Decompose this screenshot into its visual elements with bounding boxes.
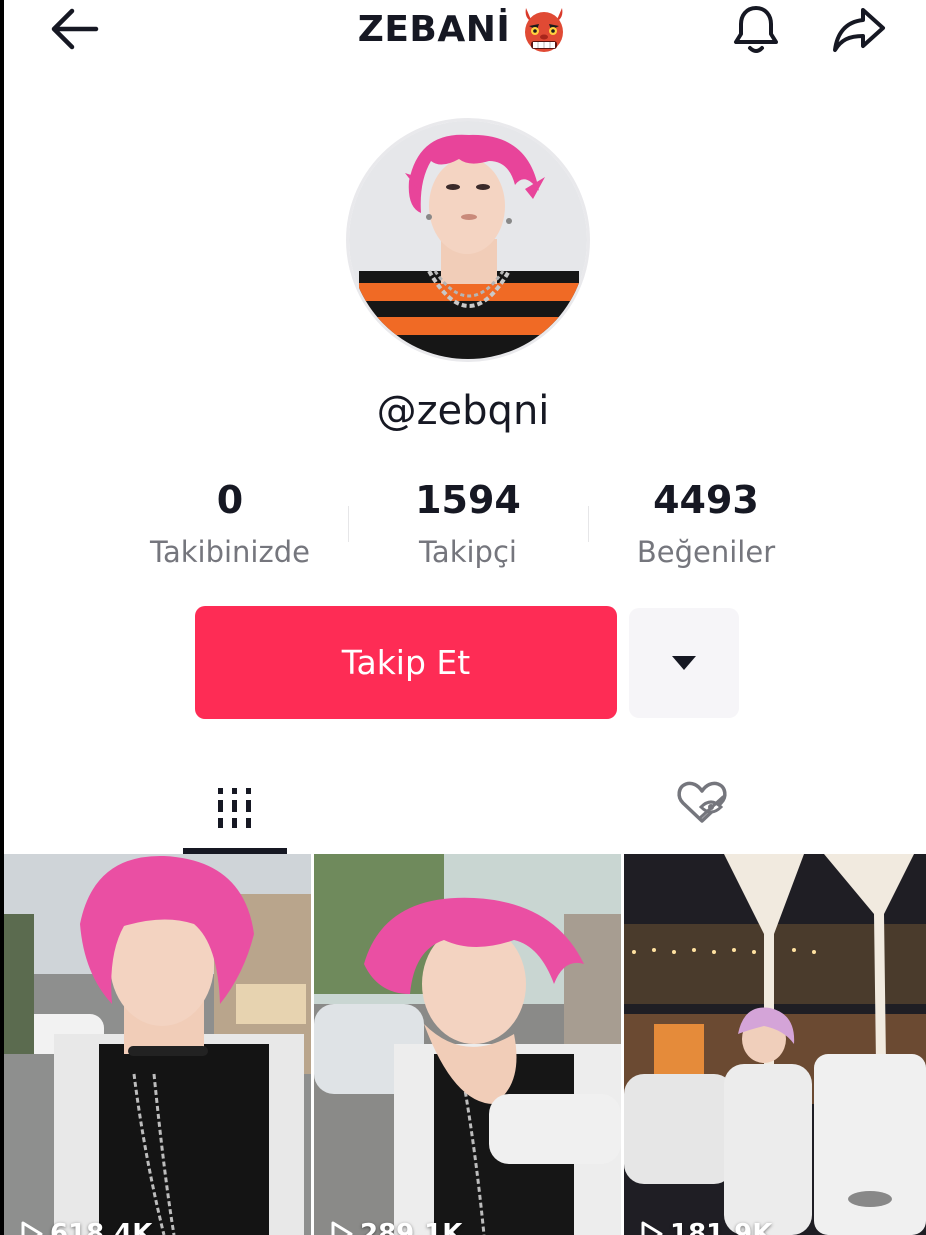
video-grid-icon [218,788,251,828]
share-arrow-icon [833,8,885,52]
video-grid: 618.4K 289.1K 181.9K [4,854,926,1235]
caret-down-icon [672,656,696,670]
play-icon [331,1221,353,1235]
bell-icon [734,6,778,53]
stat-divider [348,506,349,542]
followers-label: Takipçi [419,535,517,569]
stat-following[interactable]: 0 Takibinizde [120,476,340,572]
stat-likes[interactable]: 4493 Beğeniler [596,476,816,572]
ogre-face-icon [525,8,564,52]
view-count-label: 618.4K [50,1219,153,1235]
follow-button[interactable]: Takip Et [195,606,617,719]
page-title: ZEBANİ [357,8,511,50]
likes-count: 4493 [653,478,759,522]
video-thumbnail-image [314,854,621,1235]
play-icon [21,1221,43,1235]
view-count-label: 289.1K [360,1219,463,1235]
following-label: Takibinizde [150,535,310,569]
video-thumbnail-image [624,854,926,1235]
likes-label: Beğeniler [636,535,776,569]
view-count-label: 181.9K [670,1219,773,1235]
view-count: 289.1K [330,1219,462,1235]
more-options-button[interactable] [629,608,739,718]
liked-hidden-icon [677,781,727,823]
view-count: 181.9K [640,1219,772,1235]
avatar[interactable] [346,118,590,362]
tab-videos[interactable] [183,760,287,856]
video-thumbnail[interactable]: 618.4K [4,854,311,1235]
video-thumbnail[interactable]: 289.1K [314,854,621,1235]
username: @zebqni [376,388,550,434]
follow-button-label: Takip Et [341,643,471,682]
tab-liked[interactable] [660,760,744,846]
video-thumbnail-image [4,854,311,1235]
stat-divider [588,506,589,542]
notifications-button[interactable] [724,0,788,60]
share-button[interactable] [826,0,892,60]
video-thumbnail[interactable]: 181.9K [624,854,926,1235]
following-count: 0 [216,478,244,522]
profile-photo [349,121,587,359]
followers-count: 1594 [415,478,521,522]
play-icon [641,1221,663,1235]
top-bar: ZEBANİ [0,0,926,70]
view-count: 618.4K [20,1219,152,1235]
stat-followers[interactable]: 1594 Takipçi [358,476,578,572]
